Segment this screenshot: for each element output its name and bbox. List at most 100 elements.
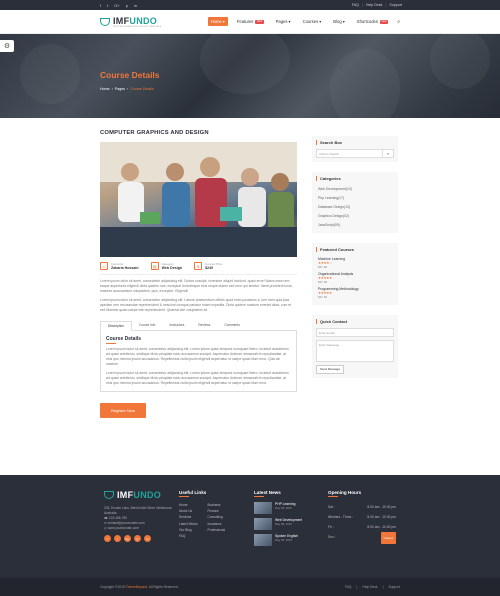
news-item[interactable]: Web Development May 08, 2015 [254,518,324,530]
search-input[interactable]: Click to Search [316,149,383,158]
category-link[interactable]: Graphics Design(02) [316,211,394,220]
search-widget: Search Box Click to Search ⌕ [312,136,398,162]
register-button[interactable]: Register Now [100,403,147,418]
sidebar: Search Box Click to Search ⌕ Categories … [312,136,398,388]
twitter-icon[interactable]: t [114,535,121,542]
help-desk-link[interactable]: Help Desk [362,585,377,589]
support-link[interactable]: Support [389,3,402,7]
footer-latest-news: Latest News PHP Learning May 08, 2015 Web… [254,490,324,550]
tab-course-info[interactable]: Course Info [132,321,162,330]
nav-features[interactable]: Features New [234,17,267,26]
featured-course[interactable]: Organizational Analysis ★★★★★ $37.00 [316,271,394,286]
price-tag-icon: $ [194,262,203,270]
faq-link[interactable]: FAQ [352,3,359,7]
chevron-down-icon: ▾ [342,19,345,24]
facebook-icon[interactable]: f [104,535,111,542]
send-message-button[interactable]: Send Message [316,364,345,374]
widget-title: Quick Contact [316,318,394,324]
tab-panel-text-2: Lorem ipsum dolor sit amet, consectetur … [106,371,289,385]
support-link[interactable]: Support [388,585,400,589]
categories-widget: Categories Web Development(10) Php Learn… [312,172,398,233]
page-title: Course Details [100,70,160,80]
breadcrumb: Home › Pages › Course Details [100,87,154,91]
footer-web[interactable]: ◎ www.yourdomain.com [104,526,174,531]
category-link[interactable]: JavaScript(09) [316,220,394,229]
instructor-name[interactable]: Zakaria Hossain [111,266,139,270]
course-meta: ☺ Instructor Zakaria Hossain ▤ Category We… [100,262,297,275]
news-item[interactable]: Spoken English May 08, 2015 [254,534,324,546]
tab-panel-text-1: Lorem ipsum dolor sit amet, consectetur … [106,347,289,366]
category-icon: ▤ [150,262,159,270]
tab-comments[interactable]: Comments [217,321,246,330]
footer-bottom: Copyright ©2018 ThemeBeyond. All Rights … [0,578,500,596]
footer-opening-hours: Opening Hours Sat :8.00 am - 10.00 pm We… [328,490,398,544]
widget-title: Categories [316,176,394,181]
nav-pages[interactable]: Pages ▾ [273,17,294,26]
search-button-icon[interactable]: ⌕ [383,149,394,158]
footer-link[interactable]: Latest Works [179,521,198,527]
breadcrumb-pages[interactable]: Pages [115,87,125,91]
footer-useful-links: Useful Links Home About Us Services Late… [179,490,249,539]
message-field[interactable]: Enter Message [316,339,394,362]
instructor-info: ☺ Instructor Zakaria Hossain [100,262,139,270]
hours-row: Fri :8.00 am - 10.00 pm [328,525,396,529]
featured-course[interactable]: Machine Learning ★★★★☆ $37.00 [316,256,394,271]
featured-course-price: $37.00 [318,264,328,269]
tab-instructors[interactable]: Instructors [162,321,191,330]
footer-heading: Opening Hours [328,490,362,495]
logo[interactable]: IMFUNDO PROFESSIONAL EDUCATION TEMPLATE [100,16,161,28]
breadcrumb-home[interactable]: Home [100,87,110,91]
course-title: COMPUTER GRAPHICS AND DESIGN [100,130,209,136]
footer-link[interactable]: Consulting [208,514,226,520]
closed-badge: Closed [380,532,396,544]
nav-label: Blog [333,19,342,24]
category-info: ▤ Category Web Design [150,262,183,270]
nav-blog[interactable]: Blog ▾ [330,17,348,26]
category-link[interactable]: Php Learning(17) [316,194,394,203]
course-description-2: Lorem ipsum dolor sit amet, consectetur … [100,298,292,312]
widget-title: Search Box [316,140,394,145]
user-icon: ☺ [100,262,108,270]
twitter-icon[interactable]: t [107,3,108,8]
tab-description[interactable]: Description [100,321,132,331]
news-thumbnail [254,502,272,514]
gear-icon[interactable]: ⚙ [0,40,14,52]
tab-panel: Course Details Lorem ipsum dolor sit ame… [100,331,297,392]
featured-course[interactable]: Programming Methodology ★★★★★ $37.00 [316,286,394,301]
nav-home[interactable]: Home ▾ [207,17,228,26]
linkedin-icon[interactable]: in [144,535,151,542]
facebook-icon[interactable]: f [100,3,101,8]
new-badge: New [379,19,389,24]
hours-row: Sun : Closed [328,532,396,544]
search-icon[interactable]: ⌕ [397,19,400,25]
linkedin-icon[interactable]: in [134,3,137,8]
category-link[interactable]: Database Design(13) [316,203,394,212]
logo-text: IMF [113,15,130,26]
nav-courses[interactable]: Courses ▾ [300,17,325,26]
news-item[interactable]: PHP Learning May 08, 2015 [254,502,324,514]
pinterest-icon[interactable]: p [134,535,141,542]
faq-link[interactable]: FAQ [345,585,352,589]
brand-link[interactable]: ThemeBeyond [126,585,147,589]
chevron-down-icon: ▾ [222,19,225,24]
category-link[interactable]: Web Development(10) [316,185,394,194]
site-header: IMFUNDO PROFESSIONAL EDUCATION TEMPLATE … [0,10,500,34]
footer-link[interactable]: FAQ [179,533,198,539]
tab-reviews[interactable]: Reviews [191,321,217,330]
top-links: FAQ | Help Desk | Support [351,3,402,7]
pinterest-icon[interactable]: p [126,3,128,8]
nav-label: Courses [302,19,319,24]
google-plus-icon[interactable]: G+ [124,535,131,542]
help-desk-link[interactable]: Help Desk [366,3,383,7]
news-thumbnail [254,534,272,546]
nav-label: Features [236,19,254,24]
footer-heading: Latest News [254,490,281,495]
footer-link[interactable]: Professional [208,527,226,533]
chevron-down-icon: ▾ [288,19,291,24]
email-field[interactable]: Enter Email [316,327,394,337]
hours-row: Wednes - Thurs :8.00 am - 10.00 pm [328,515,396,519]
google-plus-icon[interactable]: G+ [114,3,119,8]
nav-shortcodes[interactable]: Shortcodes New [354,17,391,26]
category-value[interactable]: Web Design [162,266,183,270]
tab-panel-title: Course Details [106,336,142,342]
